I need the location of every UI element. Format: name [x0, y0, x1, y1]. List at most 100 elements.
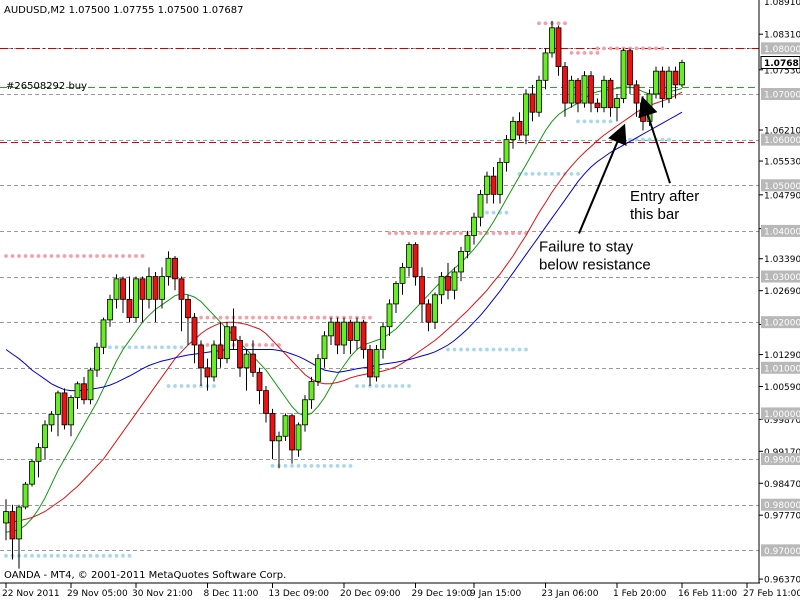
level-dot — [602, 46, 606, 51]
bear-candle-body — [172, 257, 178, 280]
level-dot — [660, 137, 665, 142]
level-dot — [478, 231, 483, 236]
bull-candle-body — [503, 139, 510, 163]
level-dot — [452, 347, 457, 352]
bull-candle-body — [568, 79, 575, 104]
bull-candle-body — [146, 276, 152, 300]
level-dot — [309, 464, 314, 468]
bear-candle-body — [191, 317, 198, 346]
level-dot — [251, 315, 255, 320]
level-label-4: 1.04000 — [764, 227, 800, 237]
level-dot — [173, 384, 177, 388]
level-dot — [660, 46, 665, 51]
bull-candle-body — [464, 235, 471, 252]
candle-4 — [29, 459, 35, 487]
level-dot — [4, 553, 8, 558]
bull-candle-body — [542, 52, 549, 81]
level-dot — [342, 464, 346, 468]
bull-candle-body — [224, 326, 230, 360]
bear-candle-body — [607, 79, 614, 109]
level-dot — [400, 384, 405, 388]
bear-candle-body — [250, 353, 256, 373]
level-dot — [433, 231, 437, 236]
bear-candle-body — [425, 303, 432, 323]
candle-20 — [133, 276, 139, 323]
level-dot — [212, 384, 216, 388]
bull-candle-body — [100, 319, 107, 348]
bull-candle-body — [471, 216, 477, 236]
level-dot — [10, 254, 15, 258]
level-dot — [582, 119, 587, 124]
level-dot — [491, 210, 496, 215]
level-dot — [608, 119, 613, 124]
level-label-5: 1.03000 — [764, 273, 800, 283]
candle-9 — [61, 388, 68, 430]
bear-candle-body — [555, 27, 562, 68]
bull-candle-body — [3, 511, 9, 524]
price-tick-top: 1.08910 — [764, 0, 800, 8]
time-tick-5: 20 Dec 09:00 — [340, 589, 401, 599]
bear-candle-body — [529, 93, 536, 113]
bull-candle-body — [536, 79, 542, 113]
level-dot — [23, 553, 28, 558]
level-label-9: 0.99000 — [764, 456, 800, 466]
annotation-text: Entry after — [630, 188, 699, 205]
level-dot — [134, 345, 138, 350]
level-dot — [446, 231, 450, 236]
chart-background — [0, 0, 800, 600]
level-label-11: 0.97000 — [764, 547, 800, 557]
level-dot — [166, 384, 171, 388]
bull-candle-body — [666, 70, 672, 99]
level-dot — [654, 46, 658, 51]
level-dot — [498, 347, 502, 352]
level-dot — [615, 46, 619, 51]
bull-candle-body — [581, 75, 588, 104]
bear-candle-body — [594, 102, 601, 109]
level-dot — [30, 553, 34, 558]
time-tick-6: 29 Dec 19:00 — [412, 589, 473, 599]
annotation-text: Failure to stay — [539, 238, 634, 255]
dotted-level-7 — [355, 384, 411, 388]
bull-candle-body — [87, 369, 94, 401]
price-tick-9: 1.01290 — [764, 351, 800, 361]
candle-104 — [679, 59, 685, 88]
level-dot — [667, 137, 671, 142]
level-dot — [517, 347, 522, 352]
level-dot — [504, 231, 509, 236]
level-label-8: 1.00000 — [764, 410, 800, 420]
level-dot — [303, 315, 307, 320]
level-dot — [316, 315, 320, 320]
level-dot — [322, 464, 327, 468]
bull-candle-body — [315, 358, 321, 382]
bull-candle-body — [380, 326, 386, 350]
level-dot — [270, 343, 275, 347]
level-dot — [556, 171, 561, 176]
level-dot — [595, 51, 600, 55]
level-dot — [186, 384, 190, 388]
bear-candle-body — [347, 321, 354, 341]
level-dot — [179, 384, 184, 388]
level-dot — [147, 345, 151, 350]
order-label: #26508292 buy — [6, 81, 87, 92]
bear-candle-body — [659, 70, 666, 99]
level-dot — [543, 21, 548, 26]
level-dot — [634, 46, 639, 51]
level-dot — [641, 46, 645, 51]
bear-candle-body — [419, 276, 425, 305]
level-dot — [361, 384, 366, 388]
level-dot — [290, 464, 294, 468]
bear-candle-body — [217, 344, 224, 360]
level-dot — [511, 347, 515, 352]
level-dot — [569, 51, 574, 55]
bull-candle-body — [549, 27, 555, 54]
bull-candle-body — [42, 424, 48, 449]
level-dot — [75, 553, 80, 558]
level-dot — [244, 315, 249, 320]
bull-candle-body — [432, 294, 438, 323]
level-dot — [36, 254, 41, 258]
level-dot — [504, 210, 509, 215]
level-dot — [30, 254, 34, 258]
level-dot — [43, 553, 47, 558]
level-dot — [62, 254, 67, 258]
price-chart[interactable]: Entry afterthis bar Failure to staybelow … — [0, 0, 800, 600]
